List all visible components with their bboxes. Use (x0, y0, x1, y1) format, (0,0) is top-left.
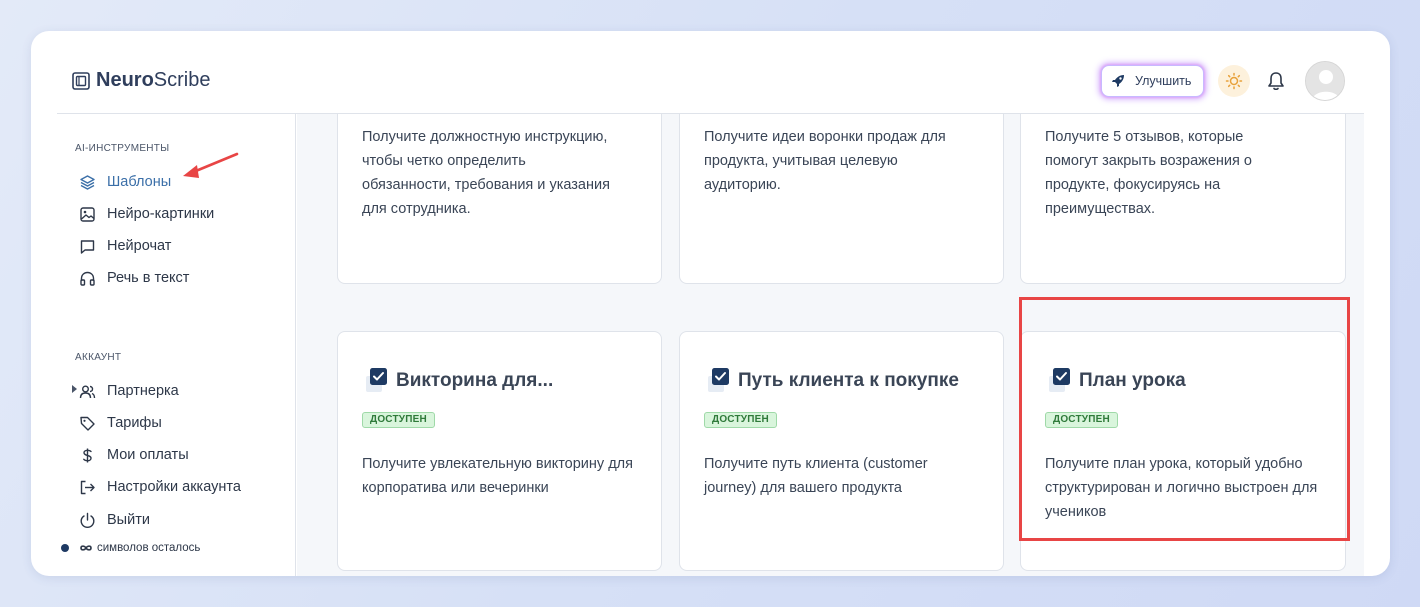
sidebar-item-account-settings[interactable]: Настройки аккаунта (79, 475, 241, 499)
status-badge: ДОСТУПЕН (704, 412, 777, 428)
template-card-job-description[interactable]: Получите должностную инструкцию, чтобы ч… (337, 114, 662, 284)
template-description: Получите план урока, который удобно стру… (1045, 456, 1318, 520)
template-card-sales-funnel[interactable]: Получите идеи воронки продаж для продукт… (679, 114, 1004, 284)
template-description: Получите увлекательную викторину для кор… (362, 456, 633, 496)
user-avatar-icon (1306, 62, 1344, 100)
template-card-customer-journey[interactable]: Путь клиента к покупке ДОСТУПЕН Получите… (679, 331, 1004, 571)
checkbox-checked-icon (708, 368, 729, 392)
template-card-lesson-plan[interactable]: План урока ДОСТУПЕН Получите план урока,… (1020, 331, 1346, 571)
infinity-icon (80, 545, 92, 551)
status-badge: ДОСТУПЕН (362, 412, 435, 428)
sidebar-item-neuro-images[interactable]: Нейро-картинки (79, 202, 214, 226)
sidebar-item-label: Настройки аккаунта (107, 479, 241, 495)
template-title-text: Путь клиента к покупке (738, 370, 959, 391)
sidebar-item-label: Тарифы (107, 415, 162, 431)
bell-icon (1268, 72, 1284, 91)
annotation-arrow-icon (183, 152, 239, 178)
theme-toggle-button[interactable] (1218, 65, 1250, 97)
template-description: Получите идеи воронки продаж для продукт… (704, 129, 946, 193)
logout-arrow-icon (80, 480, 95, 494)
sidebar-item-label: Речь в текст (107, 270, 190, 286)
layers-icon (80, 174, 95, 190)
sidebar-item-partners[interactable]: Партнерка (79, 379, 179, 403)
rocket-icon (1112, 75, 1124, 87)
sun-icon (1225, 72, 1243, 90)
sidebar-item-speech-to-text[interactable]: Речь в текст (79, 266, 189, 290)
template-title: План урока (1049, 368, 1186, 394)
power-icon (80, 512, 95, 528)
top-header: Neuro Scribe Улучшить (31, 31, 1390, 113)
sidebar-item-logout[interactable]: Выйти (79, 508, 150, 532)
notifications-button[interactable] (1264, 69, 1288, 93)
sidebar-item-label: Нейрочат (107, 238, 172, 254)
logo-icon (72, 71, 90, 90)
tag-icon (80, 416, 95, 431)
ai-tools-section-title: AI-ИНСТРУМЕНТЫ (75, 143, 170, 154)
upgrade-label: Улучшить (1135, 74, 1192, 88)
checkbox-checked-icon (366, 368, 387, 392)
template-description: Получите путь клиента (customer journey)… (704, 456, 928, 496)
sidebar-item-tariffs[interactable]: Тарифы (79, 411, 162, 435)
status-badge: ДОСТУПЕН (1045, 412, 1118, 428)
template-description: Получите 5 отзывов, которые помогут закр… (1045, 129, 1252, 217)
template-title-text: Викторина для... (396, 370, 554, 391)
sidebar-item-label: Мои оплаты (107, 447, 189, 463)
logo-text-light: Scribe (153, 69, 211, 91)
sidebar-item-label: Выйти (107, 512, 150, 528)
headphones-icon (80, 271, 95, 286)
template-card-quiz[interactable]: Викторина для... ДОСТУПЕН Получите увлек… (337, 331, 662, 571)
sidebar-item-label: Партнерка (107, 383, 179, 399)
template-description: Получите должностную инструкцию, чтобы ч… (362, 129, 610, 217)
templates-content: Получите должностную инструкцию, чтобы ч… (297, 114, 1364, 576)
symbols-remaining-label: символов осталось (97, 542, 201, 554)
logo[interactable]: Neuro Scribe (72, 69, 211, 92)
sidebar-item-neurochat[interactable]: Нейрочат (79, 234, 171, 258)
sidebar-item-label: Нейро-картинки (107, 206, 215, 222)
checkbox-checked-icon (1049, 368, 1070, 392)
caret-right-icon[interactable] (72, 385, 78, 393)
upgrade-button[interactable]: Улучшить (1101, 65, 1204, 97)
template-title: Викторина для... (366, 368, 553, 394)
template-title: Путь клиента к покупке (708, 368, 959, 394)
template-title-text: План урока (1079, 370, 1186, 391)
status-dot-icon (61, 544, 69, 552)
sidebar-item-templates[interactable]: Шаблоны (79, 170, 171, 194)
image-icon (80, 206, 95, 222)
chat-icon (80, 239, 95, 254)
app-window: Neuro Scribe Улучшить AI-ИНСТРУМЕНТЫ Шаб… (31, 31, 1390, 576)
symbols-remaining: символов осталось (61, 542, 200, 554)
account-section-title: АККАУНТ (75, 352, 122, 363)
users-icon (79, 385, 96, 398)
template-card-reviews[interactable]: Получите 5 отзывов, которые помогут закр… (1020, 114, 1346, 284)
dollar-icon (83, 448, 92, 462)
sidebar: AI-ИНСТРУМЕНТЫ Шаблоны Нейро-картинки Не… (57, 114, 296, 576)
sidebar-item-label: Шаблоны (107, 174, 172, 190)
sidebar-item-my-payments[interactable]: Мои оплаты (79, 443, 189, 467)
avatar[interactable] (1305, 61, 1345, 101)
logo-text-bold: Neuro (96, 69, 154, 91)
